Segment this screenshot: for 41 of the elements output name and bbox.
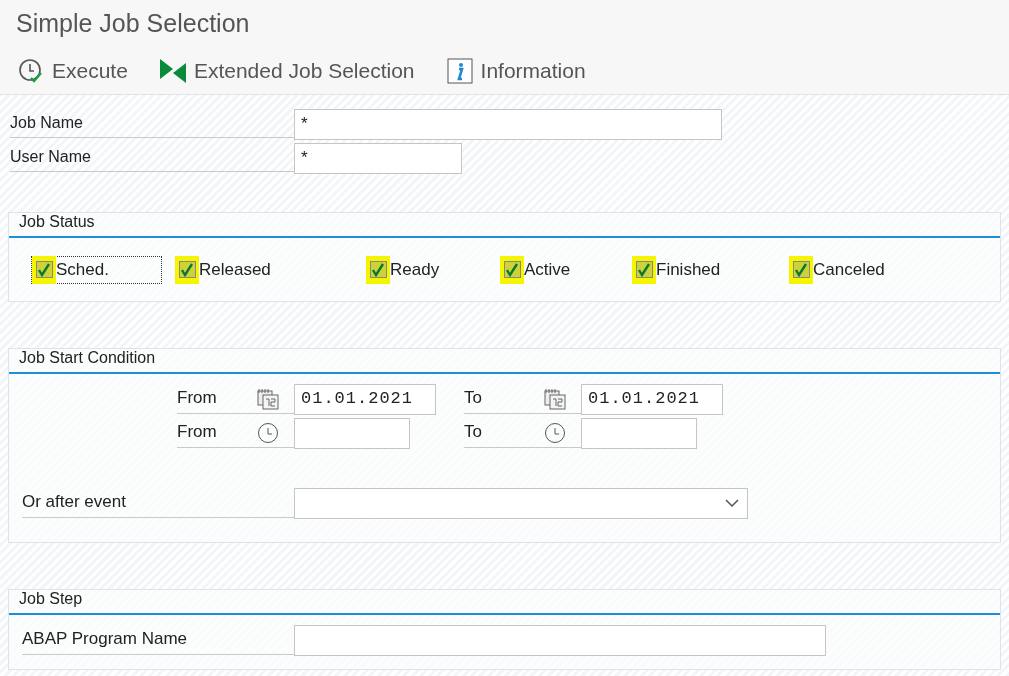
date-field[interactable]: 01.01.2021 — [294, 383, 436, 415]
field-label: User Name — [10, 144, 294, 172]
event-dropdown[interactable] — [294, 487, 748, 519]
status-checkbox[interactable]: Sched. — [31, 255, 162, 284]
checkmark-icon — [505, 262, 519, 277]
section-title: Job Status — [19, 212, 95, 232]
window-title: Simple Job Selection — [16, 7, 250, 39]
checkmark-icon — [371, 262, 385, 277]
checkmark-icon — [180, 262, 194, 277]
info-icon — [446, 57, 473, 84]
clock-icon — [544, 421, 566, 444]
section-title: Job Start Condition — [19, 348, 156, 368]
calendar-icon — [544, 387, 566, 410]
input-field[interactable]: * — [294, 108, 722, 140]
date-field[interactable]: 01.01.2021 — [581, 383, 723, 415]
input-field[interactable]: * — [294, 142, 462, 174]
to-label: To — [464, 418, 544, 448]
bowtie-icon — [159, 58, 186, 83]
clock-icon — [257, 421, 279, 444]
section-title: Job Step — [19, 589, 83, 609]
chevron-down-icon — [725, 499, 739, 507]
clock-check-icon — [18, 57, 44, 84]
from-label: From — [177, 418, 257, 448]
toolbar-button[interactable]: Information — [446, 54, 586, 87]
checkmark-icon — [637, 262, 651, 277]
checkmark-icon — [37, 262, 51, 277]
checkmark-icon — [794, 262, 808, 277]
field-label: ABAP Program Name — [22, 625, 294, 655]
status-checkbox[interactable]: Ready — [365, 255, 445, 284]
status-checkbox[interactable]: Finished — [631, 255, 726, 284]
time-field[interactable] — [294, 417, 410, 449]
input-field[interactable] — [294, 624, 826, 656]
status-checkbox[interactable]: Active — [499, 255, 576, 284]
field-label: Job Name — [10, 110, 294, 138]
toolbar-button[interactable]: Extended Job Selection — [159, 54, 415, 87]
status-checkbox[interactable]: Released — [174, 255, 276, 284]
calendar-icon — [257, 387, 279, 410]
toolbar-button[interactable]: Execute — [18, 54, 128, 87]
status-checkbox[interactable]: Canceled — [788, 255, 890, 284]
field-label: Or after event — [22, 488, 294, 518]
time-field[interactable] — [581, 417, 697, 449]
